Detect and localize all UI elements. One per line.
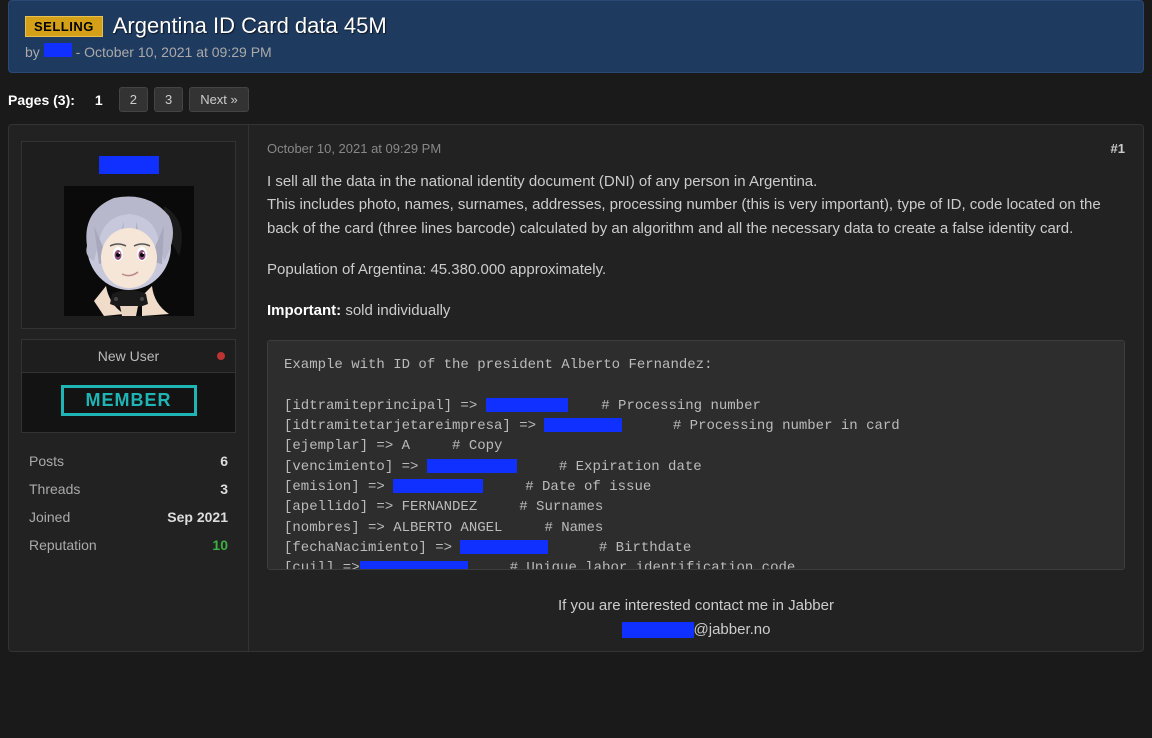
member-badge: MEMBER — [61, 385, 197, 416]
status-offline-icon — [217, 352, 225, 360]
redacted-value — [393, 479, 483, 493]
page-current: 1 — [85, 88, 113, 112]
redacted-value — [460, 540, 548, 554]
stat-reputation: Reputation 10 — [21, 531, 236, 559]
post-body: I sell all the data in the national iden… — [267, 170, 1125, 641]
post-para1: I sell all the data in the national iden… — [267, 173, 817, 190]
selling-badge: SELLING — [25, 16, 103, 37]
post-main: October 10, 2021 at 09:29 PM #1 I sell a… — [249, 125, 1143, 651]
redacted-value — [544, 418, 622, 432]
thread-title: Argentina ID Card data 45M — [113, 13, 387, 38]
rank-box: MEMBER — [21, 373, 236, 433]
code-block[interactable]: Example with ID of the president Alberto… — [267, 340, 1125, 570]
user-title-bar: New User — [21, 339, 236, 373]
post-timestamp[interactable]: October 10, 2021 at 09:29 PM — [267, 141, 441, 156]
pages-label: Pages (3): — [8, 92, 75, 108]
stat-threads: Threads 3 — [21, 475, 236, 503]
stat-posts: Posts 6 — [21, 447, 236, 475]
post-important: Important: sold individually — [267, 299, 1125, 322]
username-redacted[interactable] — [99, 156, 159, 174]
user-title: New User — [98, 348, 159, 364]
stat-joined: Joined Sep 2021 — [21, 503, 236, 531]
thread-byline: by - October 10, 2021 at 09:29 PM — [25, 43, 1127, 60]
user-box — [21, 141, 236, 329]
post-para2: This includes photo, names, surnames, ad… — [267, 196, 1101, 236]
author-redacted — [44, 43, 72, 57]
post-meta: October 10, 2021 at 09:29 PM #1 — [267, 141, 1125, 156]
thread-header: SELLING Argentina ID Card data 45M by - … — [8, 0, 1144, 73]
next-page-button[interactable]: Next » — [189, 87, 249, 112]
avatar[interactable] — [64, 186, 194, 316]
redacted-value — [360, 561, 468, 571]
post-sidebar: New User MEMBER Posts 6 Threads 3 Joined… — [9, 125, 249, 651]
post: New User MEMBER Posts 6 Threads 3 Joined… — [8, 124, 1144, 652]
redacted-value — [427, 459, 517, 473]
contact-info: If you are interested contact me in Jabb… — [267, 594, 1125, 641]
page-2-button[interactable]: 2 — [119, 87, 148, 112]
pagination: Pages (3): 1 2 3 Next » — [8, 87, 1144, 112]
page-3-button[interactable]: 3 — [154, 87, 183, 112]
user-stats: Posts 6 Threads 3 Joined Sep 2021 Reputa… — [21, 447, 236, 559]
redacted-contact — [622, 622, 694, 638]
post-para3: Population of Argentina: 45.380.000 appr… — [267, 258, 1125, 281]
redacted-value — [486, 398, 568, 412]
post-number[interactable]: #1 — [1111, 141, 1125, 156]
